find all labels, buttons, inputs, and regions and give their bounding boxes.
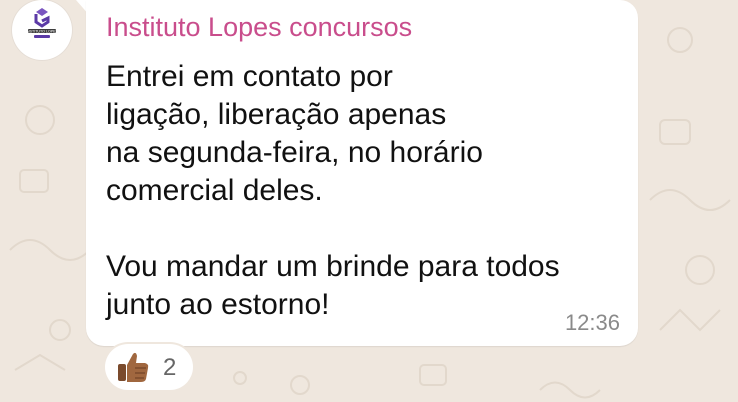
- message-line: Entrei em contato por: [106, 60, 393, 93]
- reaction-badge[interactable]: 2: [105, 344, 193, 390]
- message-line: ligação, liberação apenas: [106, 98, 447, 131]
- message-line: Vou mandar um brinde para todos: [106, 250, 560, 283]
- avatar-label: INSTITUTO LOPES: [26, 30, 58, 34]
- message-text: Entrei em contato por ligação, liberação…: [106, 58, 560, 324]
- message-line: junto ao estorno!: [106, 288, 330, 321]
- sender-name[interactable]: Instituto Lopes concursos: [106, 12, 412, 43]
- message-bubble[interactable]: Instituto Lopes concursos Entrei em cont…: [86, 0, 638, 346]
- message-line: comercial deles.: [106, 174, 323, 207]
- thumbs-up-icon: [118, 352, 149, 382]
- reaction-count: 2: [163, 354, 177, 381]
- sender-avatar[interactable]: INSTITUTO LOPES: [12, 0, 72, 60]
- instituto-lopes-logo-icon: INSTITUTO LOPES: [26, 8, 59, 38]
- message-time: 12:36: [564, 310, 620, 335]
- message-line: na segunda-feira, no horário: [106, 136, 483, 169]
